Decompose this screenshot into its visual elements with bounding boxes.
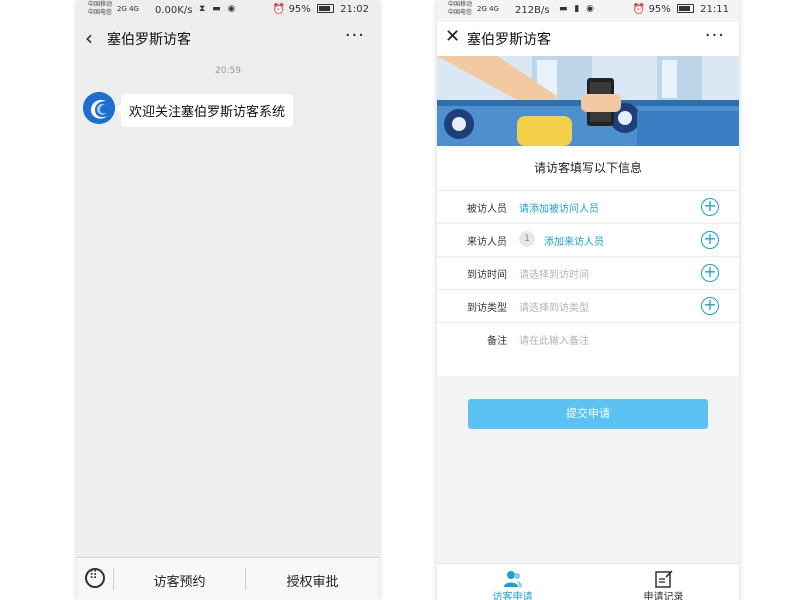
status-bar: 中国移动 中国电信 2G 4G 0.00K/s ⧗ ▬ ◉ ⏰ 95% 21:0… bbox=[77, 0, 379, 22]
status-icons: ▬ ▮ ◉ bbox=[559, 4, 597, 14]
banner-illustration bbox=[437, 56, 739, 146]
nav-bar: ‹ 塞伯罗斯访客 ··· bbox=[77, 22, 379, 56]
form-label: 备注 bbox=[487, 336, 507, 347]
official-account-menu: 访客预约 授权审批 bbox=[77, 557, 379, 600]
bottom-tab-bar: 访客申请 申请记录 bbox=[437, 563, 739, 600]
message-timestamp: 20:59 bbox=[215, 66, 241, 76]
battery-icon bbox=[316, 4, 334, 13]
add-host-link[interactable]: 请添加被访问人员 bbox=[519, 200, 599, 215]
status-bar: 中国移动 中国电信 2G 4G 212B/s ▬ ▮ ◉ ⏰ 95% 21:11 bbox=[437, 0, 739, 22]
turnstile-illustration bbox=[437, 56, 739, 146]
form-row-host[interactable]: 被访人员 请添加被访问人员 + bbox=[437, 190, 739, 224]
alarm-icon: ⏰ bbox=[632, 4, 646, 15]
battery-percent: 95% bbox=[288, 4, 311, 15]
chat-title: 塞伯罗斯访客 bbox=[107, 32, 191, 48]
form-row-visit-type[interactable]: 到访类型 请选择到访类型 + bbox=[437, 289, 739, 323]
network-indicator: 2G 4G bbox=[117, 5, 139, 13]
add-visitor-link[interactable]: 添加来访人员 bbox=[544, 233, 604, 248]
form-row-visit-time[interactable]: 到访时间 请选择到访时间 + bbox=[437, 256, 739, 290]
avatar[interactable] bbox=[83, 92, 115, 124]
form-label: 到访时间 bbox=[467, 270, 507, 281]
submit-button[interactable]: 提交申请 bbox=[468, 399, 708, 429]
status-right: ⏰ 95% 21:11 bbox=[633, 4, 729, 15]
chat-message-bubble: 欢迎关注塞伯罗斯访客系统 bbox=[115, 94, 294, 127]
form-row-visitor[interactable]: 来访人员 1 添加来访人员 + bbox=[437, 223, 739, 257]
close-icon[interactable]: ✕ bbox=[445, 26, 460, 47]
carrier-names: 中国移动 中国电信 bbox=[88, 1, 113, 16]
network-speed: 212B/s bbox=[515, 5, 550, 16]
menu-visitor-booking[interactable]: 访客预约 bbox=[114, 571, 245, 590]
keyboard-icon[interactable] bbox=[85, 568, 105, 588]
form-row-remark[interactable]: 备注 请在此输入备注 bbox=[437, 322, 739, 356]
carrier-names: 中国移动 中国电信 bbox=[448, 1, 473, 16]
add-circle-icon[interactable]: + bbox=[701, 198, 719, 216]
form-heading: 请访客填写以下信息 bbox=[437, 146, 739, 190]
battery-percent: 95% bbox=[648, 4, 671, 15]
form-label: 被访人员 bbox=[467, 204, 507, 215]
back-arrow-icon[interactable]: ‹ bbox=[85, 27, 93, 49]
tab-application-records[interactable]: 申请记录 bbox=[588, 564, 739, 600]
more-options-icon[interactable]: ··· bbox=[345, 25, 365, 46]
visit-type-field[interactable]: 请选择到访类型 bbox=[519, 299, 589, 314]
add-circle-icon[interactable]: + bbox=[701, 231, 719, 249]
nav-bar: ✕ 塞伯罗斯访客 ··· bbox=[437, 22, 739, 56]
battery-icon bbox=[676, 4, 694, 13]
visitor-form-screen: 中国移动 中国电信 2G 4G 212B/s ▬ ▮ ◉ ⏰ 95% 21:11… bbox=[437, 0, 739, 600]
remark-input[interactable]: 请在此输入备注 bbox=[519, 332, 589, 347]
network-speed: 0.00K/s bbox=[155, 5, 193, 16]
page-title: 塞伯罗斯访客 bbox=[467, 32, 551, 48]
add-circle-icon[interactable]: + bbox=[701, 264, 719, 282]
status-icons: ⧗ ▬ ◉ bbox=[199, 4, 238, 14]
tab-label: 访客申请 bbox=[492, 592, 533, 600]
network-indicator: 2G 4G bbox=[477, 5, 499, 13]
clock: 21:02 bbox=[340, 4, 369, 15]
status-right: ⏰ 95% 21:02 bbox=[273, 4, 369, 15]
more-options-icon[interactable]: ··· bbox=[705, 25, 725, 46]
tab-label: 申请记录 bbox=[643, 592, 684, 600]
edit-record-icon bbox=[654, 570, 673, 588]
form-label: 来访人员 bbox=[467, 237, 507, 248]
alarm-icon: ⏰ bbox=[272, 4, 286, 15]
menu-authorization-approval[interactable]: 授权审批 bbox=[246, 571, 379, 590]
form-label: 到访类型 bbox=[467, 303, 507, 314]
users-icon bbox=[503, 571, 522, 587]
tab-visitor-apply[interactable]: 访客申请 bbox=[437, 564, 588, 600]
logo-swirl-icon bbox=[83, 92, 115, 124]
clock: 21:11 bbox=[700, 4, 729, 15]
visitor-form: 被访人员 请添加被访问人员 + 来访人员 1 添加来访人员 + 到访时间 请选择… bbox=[437, 190, 739, 376]
visitor-count-badge: 1 bbox=[519, 231, 535, 247]
add-circle-icon[interactable]: + bbox=[701, 297, 719, 315]
wechat-chat-screen: 中国移动 中国电信 2G 4G 0.00K/s ⧗ ▬ ◉ ⏰ 95% 21:0… bbox=[77, 0, 379, 600]
visit-time-field[interactable]: 请选择到访时间 bbox=[519, 266, 589, 281]
